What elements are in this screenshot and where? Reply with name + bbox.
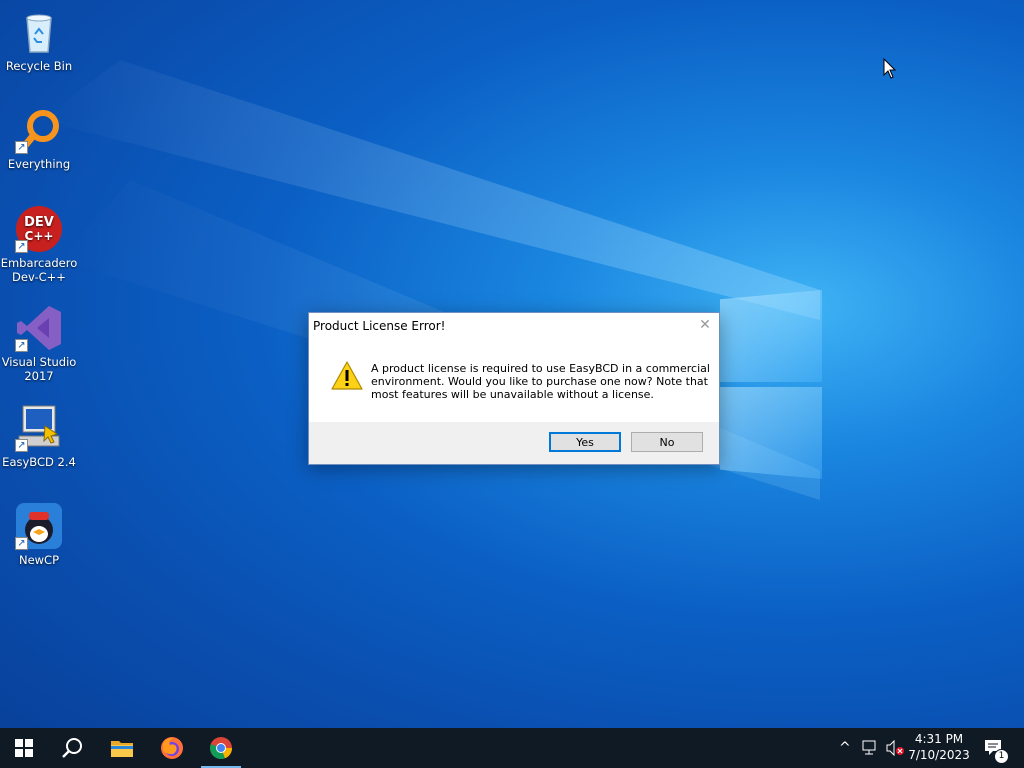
shortcut-arrow-icon: ↗ <box>15 240 28 253</box>
desktop-icon-easybcd[interactable]: ↗ EasyBCD 2.4 <box>0 404 78 469</box>
everything-icon: ↗ <box>15 106 63 154</box>
chrome-icon <box>210 737 233 760</box>
mouse-cursor-icon <box>883 58 897 79</box>
taskbar: ^ 4:31 PM 7/10/2023 1 <box>0 728 1024 768</box>
logo-pane-top <box>720 290 822 382</box>
desktop-icon-recycle-bin[interactable]: Recycle Bin <box>0 8 78 73</box>
taskbar-firefox[interactable] <box>148 728 196 768</box>
firefox-icon <box>161 737 183 759</box>
warning-icon <box>331 361 363 390</box>
clock[interactable]: 4:31 PM 7/10/2023 <box>906 731 972 763</box>
newcp-icon: ↗ <box>15 502 63 550</box>
shortcut-arrow-icon: ↗ <box>15 439 28 452</box>
clock-time: 4:31 PM <box>914 732 964 746</box>
desktop-icon-label: EasyBCD 2.4 <box>2 455 76 469</box>
desktop-icon-label: NewCP <box>18 553 60 567</box>
recycle-bin-icon <box>15 8 63 56</box>
dialog-title: Product License Error! <box>313 319 446 333</box>
no-button[interactable]: No <box>631 432 703 452</box>
desktop-icon-everything[interactable]: ↗ Everything <box>0 106 78 171</box>
yes-button[interactable]: Yes <box>549 432 621 452</box>
easybcd-icon: ↗ <box>15 404 63 452</box>
taskbar-file-explorer[interactable] <box>98 728 146 768</box>
file-explorer-icon <box>111 741 133 757</box>
network-icon[interactable] <box>862 740 880 756</box>
desktop-icon-label: Recycle Bin <box>5 59 73 73</box>
shortcut-arrow-icon: ↗ <box>15 339 28 352</box>
action-center-button[interactable]: 1 <box>976 728 1024 768</box>
dialog-message: A product license is required to use Eas… <box>371 362 710 401</box>
windows-logo-icon <box>15 739 33 757</box>
show-hidden-icons-chevron-up-icon[interactable]: ^ <box>839 740 851 756</box>
search-icon <box>62 738 82 758</box>
shortcut-arrow-icon: ↗ <box>15 537 28 550</box>
search-button[interactable] <box>48 728 96 768</box>
license-error-dialog: Product License Error! ✕ A product licen… <box>308 312 720 465</box>
svg-text:DEV: DEV <box>24 215 54 230</box>
visual-studio-icon: ↗ <box>15 304 63 352</box>
logo-pane-bottom <box>720 387 822 479</box>
desktop-icon-visual-studio[interactable]: ↗ Visual Studio 2017 <box>0 304 78 383</box>
taskbar-chrome[interactable] <box>197 728 245 768</box>
start-button[interactable] <box>0 728 48 768</box>
svg-text:C++: C++ <box>25 229 54 243</box>
devcpp-icon: DEV C++ ↗ <box>15 205 63 253</box>
shortcut-arrow-icon: ↗ <box>15 141 28 154</box>
desktop-icon-label: Visual Studio 2017 <box>1 355 77 383</box>
desktop-icon-devcpp[interactable]: DEV C++ ↗ Embarcadero Dev-C++ <box>0 205 78 284</box>
close-icon[interactable]: ✕ <box>697 317 713 333</box>
desktop-icon-newcp[interactable]: ↗ NewCP <box>0 502 78 567</box>
volume-muted-icon[interactable] <box>886 740 904 756</box>
desktop-icon-label: Embarcadero Dev-C++ <box>0 256 78 284</box>
dialog-button-bar: Yes No <box>309 422 719 464</box>
desktop-icon-label: Everything <box>7 157 71 171</box>
clock-date: 7/10/2023 <box>908 748 970 762</box>
notification-count-badge: 1 <box>994 749 1009 764</box>
